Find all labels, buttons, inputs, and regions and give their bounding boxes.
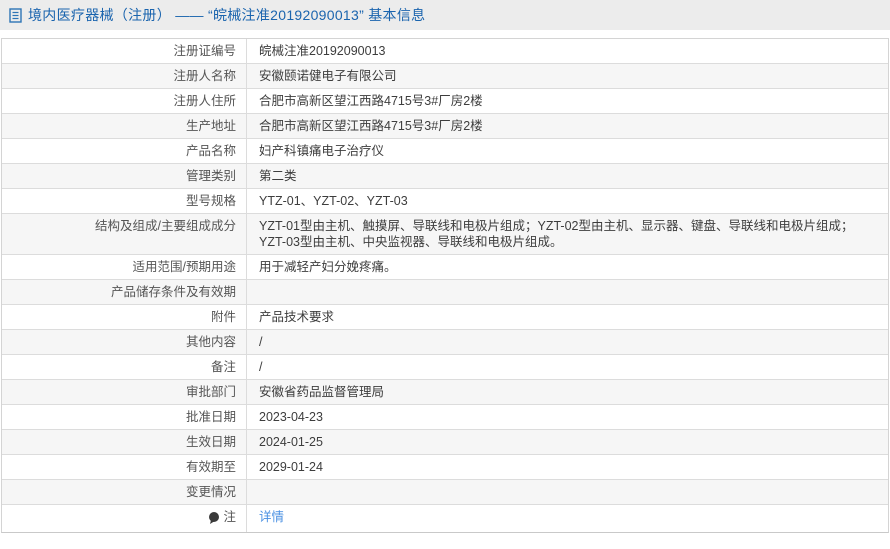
field-label: 批准日期 (2, 405, 247, 429)
row-valid-until: 有效期至 2029-01-24 (2, 455, 888, 480)
field-value: YZT-01型由主机、触摸屏、导联线和电极片组成；YZT-02型由主机、显示器、… (247, 214, 888, 254)
note-label-text: 注 (223, 509, 236, 525)
page-title: 境内医疗器械（注册） —— “皖械注准20192090013” 基本信息 (28, 5, 425, 25)
field-value: 2029-01-24 (247, 455, 888, 479)
page-header: 境内医疗器械（注册） —— “皖械注准20192090013” 基本信息 (0, 0, 890, 30)
field-label: 附件 (2, 305, 247, 329)
field-label: 审批部门 (2, 380, 247, 404)
row-change-status: 变更情况 (2, 480, 888, 505)
field-value: 安徽省药品监督管理局 (247, 380, 888, 404)
field-label: 生效日期 (2, 430, 247, 454)
field-value: 妇产科镇痛电子治疗仪 (247, 139, 888, 163)
balloon-icon (208, 511, 220, 525)
row-registrant-name: 注册人名称 安徽颐诺健电子有限公司 (2, 64, 888, 89)
row-note: 注 详情 (2, 505, 888, 532)
row-storage-conditions: 产品储存条件及有效期 (2, 280, 888, 305)
row-management-category: 管理类别 第二类 (2, 164, 888, 189)
field-label: 备注 (2, 355, 247, 379)
document-icon (9, 8, 22, 23)
field-label: 注册证编号 (2, 39, 247, 63)
field-label: 其他内容 (2, 330, 247, 354)
row-remarks: 备注 / (2, 355, 888, 380)
row-attachments: 附件 产品技术要求 (2, 305, 888, 330)
registration-info-table: 注册证编号 皖械注准20192090013 注册人名称 安徽颐诺健电子有限公司 … (1, 38, 889, 533)
field-value: 合肥市高新区望江西路4715号3#厂房2楼 (247, 114, 888, 138)
field-label: 管理类别 (2, 164, 247, 188)
row-approval-date: 批准日期 2023-04-23 (2, 405, 888, 430)
field-value (247, 280, 888, 304)
row-structure-composition: 结构及组成/主要组成成分 YZT-01型由主机、触摸屏、导联线和电极片组成；YZ… (2, 214, 888, 255)
field-label: 注册人住所 (2, 89, 247, 113)
row-approval-department: 审批部门 安徽省药品监督管理局 (2, 380, 888, 405)
field-label: 结构及组成/主要组成成分 (2, 214, 247, 254)
field-value: 产品技术要求 (247, 305, 888, 329)
field-value: / (247, 330, 888, 354)
field-value: 第二类 (247, 164, 888, 188)
field-value: 2023-04-23 (247, 405, 888, 429)
field-label: 有效期至 (2, 455, 247, 479)
field-label: 注 (2, 505, 247, 532)
field-value: 皖械注准20192090013 (247, 39, 888, 63)
field-value: 2024-01-25 (247, 430, 888, 454)
row-product-name: 产品名称 妇产科镇痛电子治疗仪 (2, 139, 888, 164)
details-link[interactable]: 详情 (259, 510, 284, 524)
row-production-address: 生产地址 合肥市高新区望江西路4715号3#厂房2楼 (2, 114, 888, 139)
field-value (247, 480, 888, 504)
field-value: / (247, 355, 888, 379)
row-model-spec: 型号规格 YTZ-01、YZT-02、YZT-03 (2, 189, 888, 214)
row-registrant-address: 注册人住所 合肥市高新区望江西路4715号3#厂房2楼 (2, 89, 888, 114)
row-other-content: 其他内容 / (2, 330, 888, 355)
field-label: 变更情况 (2, 480, 247, 504)
field-label: 产品名称 (2, 139, 247, 163)
field-value: 详情 (247, 505, 888, 532)
field-label: 注册人名称 (2, 64, 247, 88)
field-label: 适用范围/预期用途 (2, 255, 247, 279)
row-registration-cert-number: 注册证编号 皖械注准20192090013 (2, 39, 888, 64)
field-value: YTZ-01、YZT-02、YZT-03 (247, 189, 888, 213)
field-value: 安徽颐诺健电子有限公司 (247, 64, 888, 88)
row-intended-use: 适用范围/预期用途 用于减轻产妇分娩疼痛。 (2, 255, 888, 280)
field-label: 产品储存条件及有效期 (2, 280, 247, 304)
field-label: 型号规格 (2, 189, 247, 213)
field-value: 用于减轻产妇分娩疼痛。 (247, 255, 888, 279)
field-value: 合肥市高新区望江西路4715号3#厂房2楼 (247, 89, 888, 113)
field-label: 生产地址 (2, 114, 247, 138)
row-effective-date: 生效日期 2024-01-25 (2, 430, 888, 455)
